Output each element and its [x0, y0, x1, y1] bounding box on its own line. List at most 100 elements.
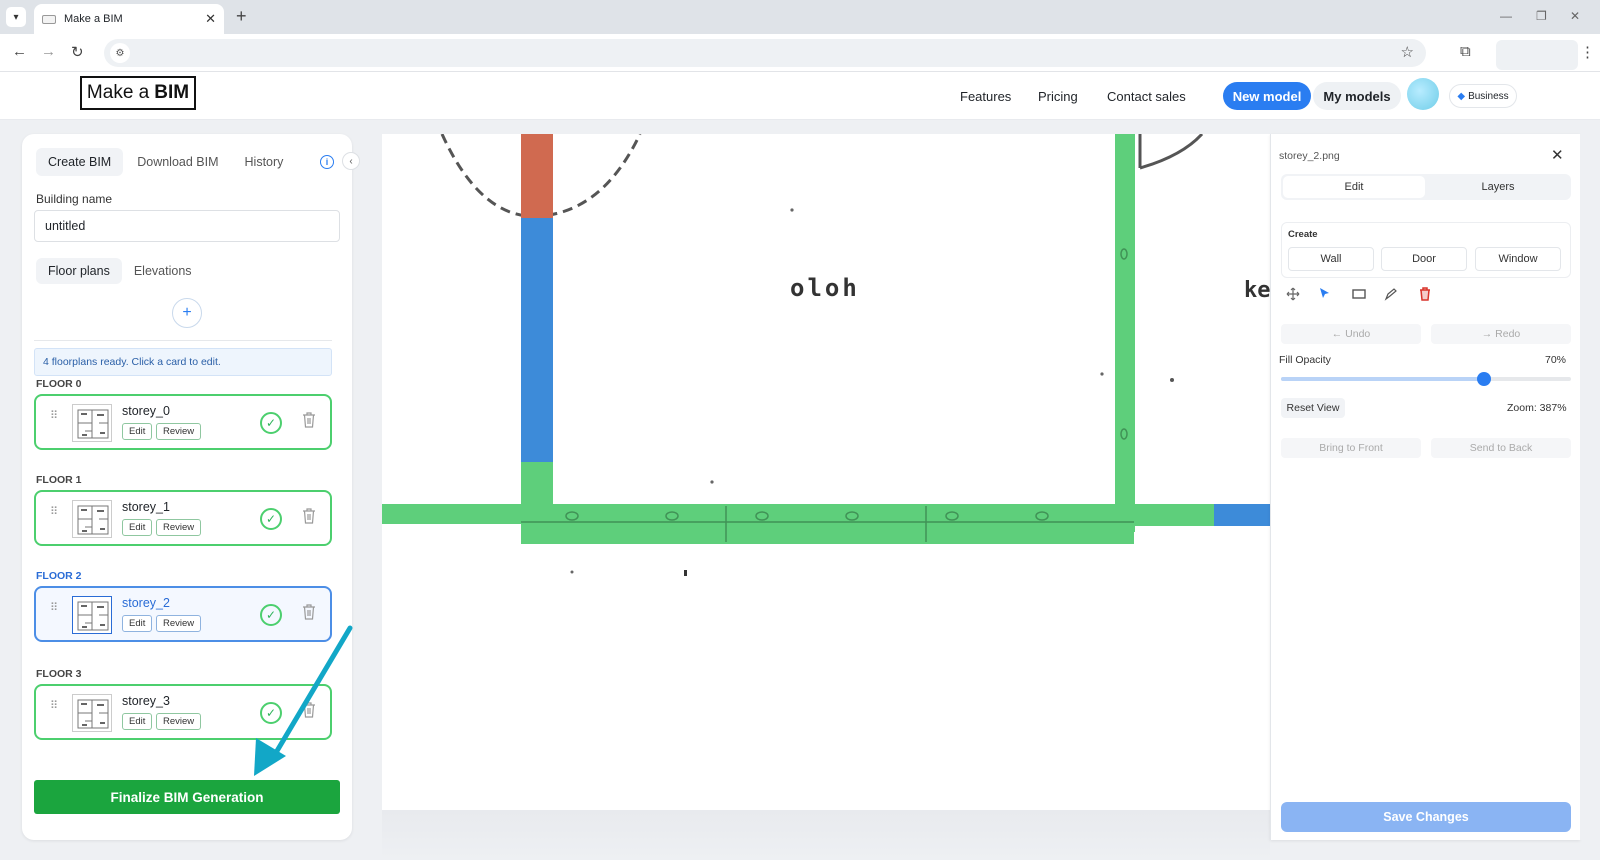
redo-button[interactable]: → Redo	[1431, 324, 1571, 344]
create-door-button[interactable]: Door	[1381, 247, 1467, 271]
finalize-bim-button[interactable]: Finalize BIM Generation	[34, 780, 340, 814]
edit-panel-tabs: Edit Layers	[1281, 174, 1571, 200]
building-name-input[interactable]	[34, 210, 340, 242]
browser-toolbar: ← → ↻ ⚙ ☆	[0, 34, 1600, 72]
forward-arrow-icon[interactable]: →	[41, 43, 56, 60]
restore-icon[interactable]: ❐	[1536, 9, 1547, 23]
chevron-down-icon[interactable]: ▾	[6, 7, 26, 27]
tab-elevations[interactable]: Elevations	[122, 258, 204, 284]
floor-label: FLOOR 0	[36, 378, 82, 390]
reset-view-button[interactable]: Reset View	[1281, 398, 1345, 418]
new-model-button[interactable]: New model	[1223, 82, 1311, 110]
door-element[interactable]	[521, 218, 553, 462]
check-icon: ✓	[260, 702, 282, 724]
kebab-icon[interactable]: ⋮	[1580, 43, 1595, 61]
browser-profile[interactable]	[1496, 40, 1578, 70]
move-icon[interactable]	[1285, 286, 1301, 302]
floorplan-canvas[interactable]: oloh ke	[382, 134, 1270, 810]
trash-icon[interactable]	[302, 604, 318, 624]
create-wall-button[interactable]: Wall	[1288, 247, 1374, 271]
building-name-label: Building name	[36, 192, 113, 206]
add-floorplan-button[interactable]: +	[172, 298, 202, 328]
divider	[34, 340, 332, 341]
tune-icon[interactable]: ⚙	[110, 43, 130, 63]
floorplan-card[interactable]: ⠿ storey_0 Edit Review ✓	[34, 394, 332, 450]
review-button[interactable]: Review	[156, 713, 202, 730]
edit-button[interactable]: Edit	[122, 519, 153, 536]
review-button[interactable]: Review	[156, 615, 202, 632]
tab-layers[interactable]: Layers	[1427, 176, 1569, 198]
fill-opacity-label: Fill Opacity	[1279, 354, 1331, 366]
browser-tab[interactable]: Make a BIM ✕	[34, 4, 224, 34]
slider-thumb[interactable]	[1477, 372, 1491, 386]
trash-icon[interactable]	[302, 508, 318, 528]
floorplan-card[interactable]: ⠿ storey_1 Edit Review ✓	[34, 490, 332, 546]
file-name: storey_2.png	[1279, 150, 1340, 162]
pointer-icon[interactable]	[1317, 286, 1333, 302]
avatar[interactable]	[1407, 78, 1439, 110]
nav-features[interactable]: Features	[960, 89, 1011, 104]
tab-floor-plans[interactable]: Floor plans	[36, 258, 122, 284]
address-bar[interactable]: ⚙ ☆	[104, 39, 1426, 67]
create-window-button[interactable]: Window	[1475, 247, 1561, 271]
delete-icon[interactable]	[1417, 286, 1433, 302]
check-icon: ✓	[260, 508, 282, 530]
logo[interactable]: Make a BIM	[80, 76, 196, 110]
wall-element[interactable]	[521, 504, 1134, 544]
wall-element[interactable]	[1115, 134, 1135, 532]
floorplan-name: storey_3	[122, 694, 170, 708]
save-changes-button[interactable]: Save Changes	[1281, 802, 1571, 832]
drag-handle-icon[interactable]: ⠿	[50, 507, 58, 526]
bring-to-front-button[interactable]: Bring to Front	[1281, 438, 1421, 458]
plan-subtabs: Floor plans Elevations	[36, 258, 204, 284]
tab-create-bim[interactable]: Create BIM	[36, 148, 124, 176]
info-icon[interactable]: i	[320, 155, 334, 169]
undo-button[interactable]: ← Undo	[1281, 324, 1421, 344]
edit-button[interactable]: Edit	[122, 423, 153, 440]
drag-handle-icon[interactable]: ⠿	[50, 603, 58, 622]
trash-icon[interactable]	[302, 702, 318, 722]
wall-element[interactable]	[1134, 504, 1214, 526]
pencil-icon[interactable]	[1383, 286, 1399, 302]
trash-icon[interactable]	[302, 412, 318, 432]
floor-label: FLOOR 2	[36, 570, 82, 582]
floorplan-drawing[interactable]	[382, 134, 1270, 810]
reload-icon[interactable]: ↻	[71, 43, 84, 61]
floorplan-name: storey_0	[122, 404, 170, 418]
edit-button[interactable]: Edit	[122, 615, 153, 632]
star-icon[interactable]: ☆	[1401, 43, 1414, 61]
create-label: Create	[1288, 229, 1318, 240]
review-button[interactable]: Review	[156, 519, 202, 536]
floorplan-card[interactable]: ⠿ storey_2 Edit Review ✓	[34, 586, 332, 642]
floorplan-card[interactable]: ⠿ storey_3 Edit Review ✓	[34, 684, 332, 740]
fill-opacity-slider[interactable]	[1281, 372, 1571, 386]
window-element[interactable]	[521, 134, 553, 218]
nav-contact-sales[interactable]: Contact sales	[1107, 89, 1186, 104]
drag-handle-icon[interactable]: ⠿	[50, 411, 58, 430]
door-element[interactable]	[1214, 504, 1270, 526]
tab-download-bim[interactable]: Download BIM	[125, 148, 230, 176]
close-icon[interactable]: ✕	[1551, 146, 1564, 164]
nav-pricing[interactable]: Pricing	[1038, 89, 1078, 104]
diamond-icon: ◆	[1457, 90, 1466, 102]
plan-badge[interactable]: ◆ Business	[1449, 84, 1517, 108]
my-models-button[interactable]: My models	[1313, 82, 1401, 110]
minimize-icon[interactable]: —	[1500, 9, 1512, 23]
room-label-edge: ke	[1244, 278, 1270, 303]
rectangle-icon[interactable]	[1351, 286, 1367, 302]
back-arrow-icon[interactable]: ←	[12, 43, 27, 60]
puzzle-icon[interactable]: ⧉	[1460, 43, 1471, 60]
drag-handle-icon[interactable]: ⠿	[50, 701, 58, 720]
app-header: Make a BIM Features Pricing Contact sale…	[0, 72, 1600, 120]
window-close-icon[interactable]: ✕	[1570, 9, 1580, 23]
tab-history[interactable]: History	[233, 148, 296, 176]
chevron-left-icon[interactable]: ‹	[342, 152, 360, 170]
floorplan-thumbnail	[72, 500, 112, 538]
plus-icon[interactable]: +	[236, 7, 247, 25]
review-button[interactable]: Review	[156, 423, 202, 440]
send-to-back-button[interactable]: Send to Back	[1431, 438, 1571, 458]
close-icon[interactable]: ✕	[205, 11, 216, 27]
tab-edit[interactable]: Edit	[1283, 176, 1425, 198]
wall-element[interactable]	[382, 504, 522, 524]
edit-button[interactable]: Edit	[122, 713, 153, 730]
